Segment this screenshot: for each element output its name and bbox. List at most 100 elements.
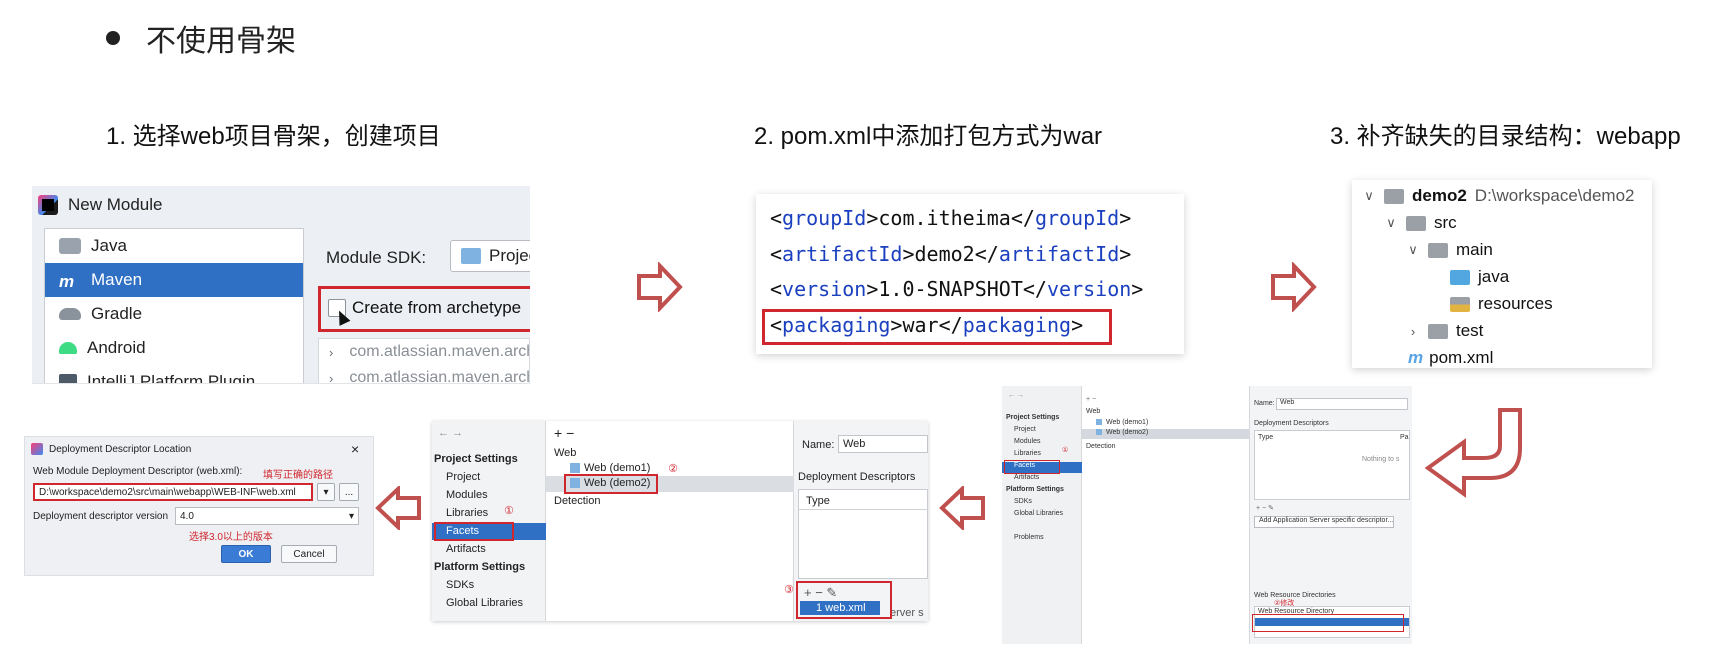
highlight-box	[434, 522, 514, 541]
new-module-title: New Module	[68, 195, 163, 214]
maven-icon: m	[59, 272, 75, 291]
project-structure-facets-panel: ← → Project Settings Project Modules Lib…	[1002, 386, 1412, 644]
ok-button[interactable]: OK	[221, 545, 271, 563]
archetype-item[interactable]: › com.atlassian.maven.arche	[319, 339, 529, 365]
generator-label: Gradle	[91, 304, 143, 323]
chevron-down-icon: ∨	[1386, 215, 1396, 230]
new-module-header: New Module	[32, 186, 530, 224]
generator-android[interactable]: Android	[45, 331, 303, 365]
module-sdk-label: Module SDK:	[326, 248, 427, 267]
version-select[interactable]: 4.0 ▾	[175, 507, 359, 525]
generator-gradle[interactable]: Gradle	[45, 297, 303, 331]
generator-label: Maven	[91, 270, 143, 289]
right-arrow-icon	[637, 262, 683, 312]
tree-node-test[interactable]: › test	[1406, 321, 1484, 341]
nav-item-global-libraries[interactable]: Global Libraries	[446, 597, 523, 609]
archetype-item[interactable]: › com.atlassian.maven.arche	[319, 365, 529, 384]
table-divider	[798, 509, 928, 510]
nav-item-global-libraries[interactable]: Global Libraries	[1014, 510, 1063, 517]
highlight-box	[796, 581, 892, 619]
cancel-button[interactable]: Cancel	[281, 545, 337, 563]
create-from-archetype-label: Create from archetype	[352, 298, 522, 317]
name-label: Name:	[802, 439, 835, 451]
type-column-header: Type	[806, 495, 830, 507]
nav-item-libraries[interactable]: Libraries	[446, 507, 488, 519]
archetype-list: › com.atlassian.maven.arche › com.atlass…	[318, 338, 530, 384]
tree-node-resources[interactable]: resources	[1450, 294, 1553, 314]
java-folder-icon	[59, 238, 81, 254]
chevron-down-icon: ▾	[348, 510, 354, 522]
nav-item-modules[interactable]: Modules	[1014, 438, 1040, 445]
descriptor-path-input[interactable]: D:\workspace\demo2\src\main\webapp\WEB-I…	[33, 483, 313, 501]
node-label: test	[1456, 321, 1484, 340]
tree-node-project[interactable]: ∨ demo2 D:\workspace\demo2	[1362, 186, 1634, 206]
nav-item-project[interactable]: Project	[1014, 426, 1036, 433]
nav-arrows-icon[interactable]: ← →	[1008, 392, 1024, 399]
code-line-groupid: <groupId>com.itheima</groupId>	[770, 206, 1132, 230]
module-sdk-select[interactable]: Project S	[450, 240, 530, 272]
facet-web-demo1[interactable]: Web (demo1)	[1096, 419, 1148, 426]
archetype-label: com.atlassian.maven.arche	[349, 343, 530, 360]
step1-title: 1. 选择web项目骨架，创建项目	[106, 123, 441, 150]
generator-java[interactable]: Java	[45, 229, 303, 263]
add-remove-icon[interactable]: + − ✎	[1256, 504, 1274, 512]
tree-node-main[interactable]: ∨ main	[1406, 240, 1493, 260]
dropdown-icon[interactable]: ▾	[317, 483, 335, 501]
name-label: Name:	[1254, 400, 1275, 407]
source-folder-icon	[1450, 269, 1470, 285]
path-hint: 填写正确的路径	[263, 470, 333, 481]
maven-icon: m	[1408, 348, 1424, 367]
browse-button[interactable]: ...	[339, 483, 359, 501]
generator-maven[interactable]: m Maven	[45, 263, 303, 297]
left-arrow-icon	[375, 486, 421, 530]
close-icon[interactable]: ×	[351, 441, 359, 457]
add-remove-icon[interactable]: + −	[554, 425, 574, 441]
add-remove-icon[interactable]: + −	[1086, 396, 1096, 403]
nav-item-libraries[interactable]: Libraries	[1014, 450, 1041, 457]
deployment-descriptors-label: Deployment Descriptors	[1254, 420, 1329, 427]
chevron-right-icon: ›	[329, 370, 334, 384]
facet-group-web: Web	[554, 447, 577, 459]
folder-icon	[461, 248, 481, 264]
tree-node-java[interactable]: java	[1450, 267, 1509, 287]
nav-item-artifacts[interactable]: Artifacts	[1014, 474, 1039, 481]
name-field[interactable]: Web	[838, 435, 928, 453]
section-platform-settings: Platform Settings	[1006, 486, 1064, 493]
web-facet-icon	[1096, 429, 1102, 436]
code-line-version: <version>1.0-SNAPSHOT</version>	[770, 277, 1144, 301]
name-field[interactable]: Web	[1276, 398, 1408, 410]
project-name: demo2	[1412, 186, 1467, 205]
gradle-elephant-icon	[59, 308, 81, 320]
nav-item-sdks[interactable]: SDKs	[446, 579, 474, 591]
folder-icon	[1406, 215, 1426, 231]
deployment-descriptor-dialog: Deployment Descriptor Location × Web Mod…	[24, 436, 374, 576]
nav-item-modules[interactable]: Modules	[446, 489, 488, 501]
facet-web-demo2[interactable]: Web (demo2)	[1082, 429, 1250, 439]
generator-intellij-plugin[interactable]: IntelliJ Platform Plugin	[45, 365, 303, 383]
nav-item-sdks[interactable]: SDKs	[1014, 498, 1032, 505]
nav-arrows-icon[interactable]: ← →	[438, 427, 463, 439]
nav-item-problems[interactable]: Problems	[1014, 534, 1044, 541]
facet-label: Web (demo1)	[1106, 419, 1149, 426]
project-path: D:\workspace\demo2	[1474, 186, 1635, 205]
section-project-settings: Project Settings	[1006, 414, 1060, 421]
tree-node-pom[interactable]: m pom.xml	[1408, 348, 1493, 368]
ps-facets-list: + − Web Web (demo1) Web (demo2) Detectio…	[1062, 386, 1250, 644]
add-app-server-button[interactable]: Add Application Server specific descript…	[1254, 516, 1394, 528]
right-arrow-icon	[1271, 262, 1317, 312]
nav-item-project[interactable]: Project	[446, 471, 480, 483]
nav-item-artifacts[interactable]: Artifacts	[446, 543, 486, 555]
tree-node-src[interactable]: ∨ src	[1384, 213, 1456, 233]
module-folder-icon	[1384, 188, 1404, 204]
slide-title-text: 不使用骨架	[146, 25, 296, 58]
intellij-plugin-icon	[59, 374, 77, 383]
step3-title: 3. 补齐缺失的目录结构：webapp	[1330, 123, 1681, 150]
facet-web-demo1[interactable]: Web (demo1)	[570, 462, 650, 474]
highlight-box	[1004, 460, 1060, 474]
code-line-artifactid: <artifactId>demo2</artifactId>	[770, 242, 1132, 266]
bullet-icon	[106, 31, 120, 45]
chevron-down-icon: ∨	[1408, 242, 1418, 257]
dialog-title: Deployment Descriptor Location	[49, 444, 192, 455]
android-icon	[59, 342, 77, 354]
version-value: 4.0	[180, 510, 194, 522]
